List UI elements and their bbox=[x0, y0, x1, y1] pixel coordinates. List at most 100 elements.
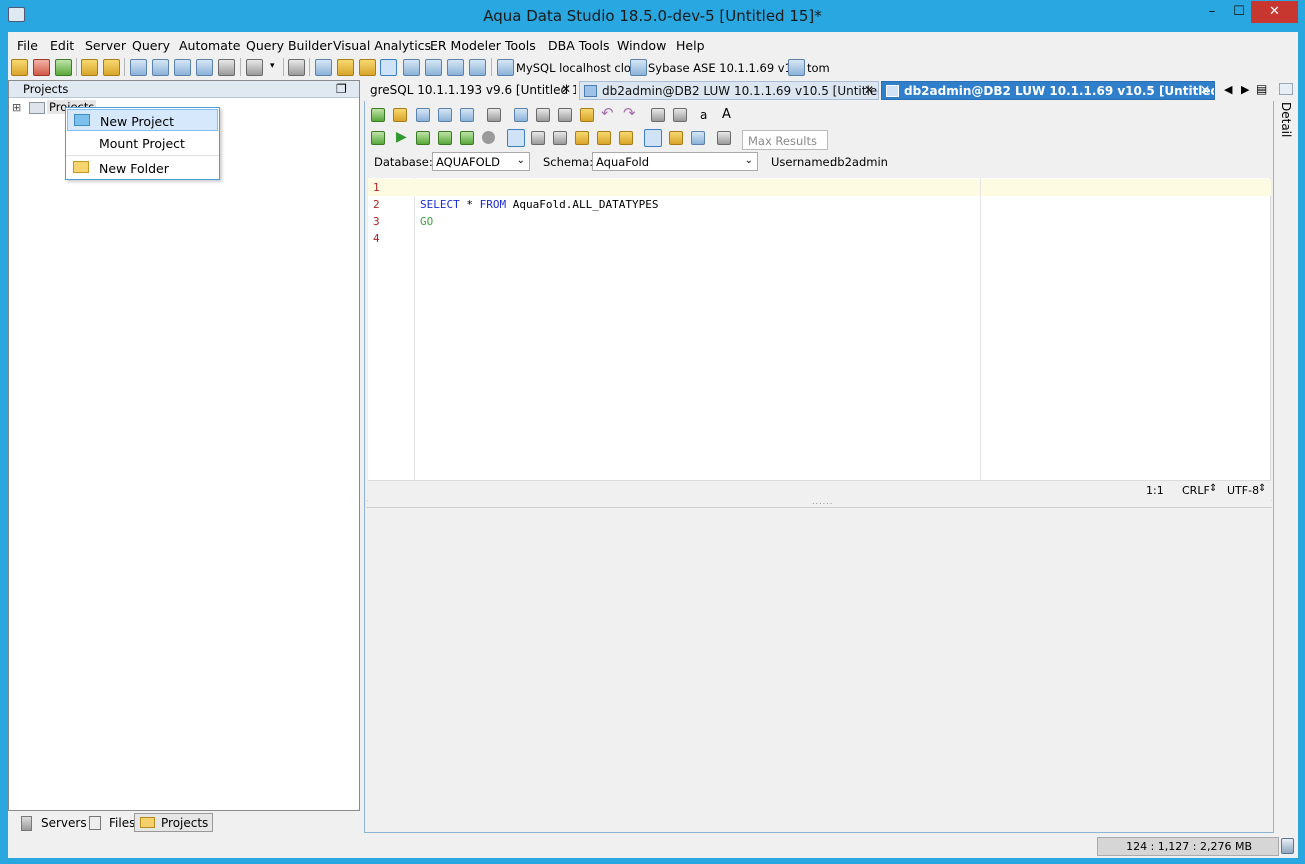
rollback-icon[interactable] bbox=[553, 131, 567, 145]
context-menu-mount-project[interactable]: Mount Project bbox=[67, 132, 218, 154]
auto-commit-icon[interactable] bbox=[507, 129, 525, 147]
pivot-icon[interactable] bbox=[447, 59, 464, 76]
er-diagram-icon[interactable] bbox=[403, 59, 420, 76]
trash-icon[interactable] bbox=[1281, 838, 1294, 854]
expand-icon[interactable]: ⊞ bbox=[12, 101, 21, 114]
tom-connection-icon[interactable] bbox=[788, 59, 805, 76]
menu-tools[interactable]: Tools bbox=[505, 38, 536, 53]
encoding-select[interactable]: UTF-8 bbox=[1227, 484, 1259, 497]
database-select[interactable]: AQUAFOLD ⌄ bbox=[432, 152, 530, 171]
editor-tab-untitled-13[interactable]: greSQL 10.1.1.193 v9.6 [Untitled 13]* ✕ bbox=[366, 81, 576, 100]
save-as-icon[interactable] bbox=[438, 108, 452, 122]
new-file-icon[interactable] bbox=[246, 59, 263, 76]
new-file-dropdown-icon[interactable]: ▾ bbox=[270, 61, 275, 71]
context-menu-new-project[interactable]: New Project bbox=[67, 109, 218, 131]
menu-visual-analytics[interactable]: Visual Analytics bbox=[333, 38, 431, 53]
menu-er-modeler[interactable]: ER Modeler bbox=[430, 38, 501, 53]
close-tab-icon[interactable]: ✕ bbox=[864, 83, 874, 97]
restore-panel-icon[interactable]: ❐ bbox=[336, 82, 347, 96]
compare-icon[interactable] bbox=[196, 59, 213, 76]
close-tab-icon[interactable]: ✕ bbox=[561, 82, 571, 96]
execute-script-icon[interactable] bbox=[460, 131, 474, 145]
code-line-2[interactable]: SELECT * FROM AquaFold.ALL_DATATYPES bbox=[420, 198, 658, 211]
context-menu-new-folder[interactable]: New Folder bbox=[67, 157, 218, 179]
results-text-icon[interactable] bbox=[669, 131, 683, 145]
tab-files[interactable]: Files bbox=[82, 813, 140, 832]
line-ending-select[interactable]: CRLF bbox=[1182, 484, 1210, 497]
copy-icon[interactable] bbox=[558, 108, 572, 122]
schema-select[interactable]: AquaFold ⌄ bbox=[592, 152, 758, 171]
execute-selection-icon[interactable] bbox=[416, 131, 430, 145]
query-window-icon[interactable] bbox=[130, 59, 147, 76]
tab-servers[interactable]: Servers bbox=[14, 813, 92, 832]
text-results-icon[interactable] bbox=[425, 59, 442, 76]
detail-tab[interactable]: Detail bbox=[1279, 102, 1293, 137]
tab-scroll-right-icon[interactable]: ▶ bbox=[1241, 83, 1249, 96]
execute-all-icon[interactable] bbox=[371, 131, 385, 145]
print-icon[interactable] bbox=[487, 108, 501, 122]
parameters-icon[interactable] bbox=[597, 131, 611, 145]
code-editor-area[interactable] bbox=[415, 178, 1271, 480]
disconnect-icon[interactable] bbox=[103, 59, 120, 76]
paste-icon[interactable] bbox=[580, 108, 594, 122]
close-tab-icon[interactable]: ✕ bbox=[1200, 83, 1210, 97]
close-button[interactable]: ✕ bbox=[1251, 1, 1298, 23]
comment-icon[interactable] bbox=[359, 59, 376, 76]
encoding-spinner-icon[interactable]: ⇕ bbox=[1258, 483, 1266, 494]
menu-query[interactable]: Query bbox=[132, 38, 170, 53]
line-ending-spinner-icon[interactable]: ⇕ bbox=[1209, 483, 1217, 494]
mysql-connection-icon[interactable] bbox=[497, 59, 514, 76]
splitter-handle[interactable]: ...... bbox=[812, 497, 833, 506]
select-all-icon[interactable] bbox=[514, 108, 528, 122]
open-file-icon[interactable] bbox=[288, 59, 305, 76]
edit-server-icon[interactable] bbox=[81, 59, 98, 76]
commit-icon[interactable] bbox=[531, 131, 545, 145]
stop-icon[interactable] bbox=[482, 131, 495, 144]
decrease-font-icon[interactable]: a bbox=[700, 108, 707, 122]
max-results-icon[interactable] bbox=[717, 131, 731, 145]
execute-icon[interactable]: ▶ bbox=[396, 129, 407, 145]
menu-server[interactable]: Server bbox=[85, 38, 126, 53]
format-icon[interactable] bbox=[575, 131, 589, 145]
find-icon[interactable] bbox=[651, 108, 665, 122]
schema-script-icon[interactable] bbox=[337, 59, 354, 76]
detail-icon[interactable] bbox=[1279, 83, 1293, 95]
save-all-icon[interactable] bbox=[460, 108, 474, 122]
search-objects-icon[interactable] bbox=[174, 59, 191, 76]
menu-window[interactable]: Window bbox=[617, 38, 666, 53]
menu-dba-tools[interactable]: DBA Tools bbox=[548, 38, 610, 53]
menu-automate[interactable]: Automate bbox=[179, 38, 240, 53]
toolbar-connection-mysql[interactable]: MySQL localhost clone bbox=[516, 61, 645, 75]
toolbar-connection-tom[interactable]: tom bbox=[807, 61, 830, 75]
new-query-icon[interactable] bbox=[371, 108, 385, 122]
cut-icon[interactable] bbox=[536, 108, 550, 122]
save-icon[interactable] bbox=[416, 108, 430, 122]
memory-indicator[interactable]: 124 : 1,127 : 2,276 MB bbox=[1097, 837, 1279, 856]
cursor-position[interactable]: 1:1 bbox=[1146, 484, 1164, 497]
tab-scroll-left-icon[interactable]: ◀ bbox=[1224, 83, 1232, 96]
code-line-3[interactable]: GO bbox=[420, 215, 433, 228]
menu-help[interactable]: Help bbox=[676, 38, 705, 53]
grid-view-icon[interactable] bbox=[380, 59, 397, 76]
tab-list-icon[interactable]: ▤ bbox=[1256, 82, 1267, 96]
redo-icon[interactable]: ↷ bbox=[623, 104, 636, 122]
increase-font-icon[interactable]: A bbox=[722, 107, 731, 122]
open-query-icon[interactable] bbox=[393, 108, 407, 122]
sybase-connection-icon[interactable] bbox=[630, 59, 647, 76]
execute-explain-icon[interactable] bbox=[438, 131, 452, 145]
menu-query-builder[interactable]: Query Builder bbox=[246, 38, 332, 53]
menu-edit[interactable]: Edit bbox=[50, 38, 74, 53]
minimize-button[interactable]: – bbox=[1197, 1, 1227, 23]
maximize-button[interactable]: ☐ bbox=[1224, 1, 1254, 23]
max-results-input[interactable]: Max Results bbox=[742, 130, 828, 150]
query-analyzer-icon[interactable] bbox=[152, 59, 169, 76]
menu-file[interactable]: File bbox=[17, 38, 38, 53]
chart-icon[interactable] bbox=[469, 59, 486, 76]
table-editor-icon[interactable] bbox=[315, 59, 332, 76]
editor-tab-untitled-14[interactable]: db2admin@DB2 LUW 10.1.1.69 v10.5 [Untitl… bbox=[579, 81, 879, 100]
results-grid-icon[interactable] bbox=[644, 129, 662, 147]
unregister-server-icon[interactable] bbox=[33, 59, 50, 76]
history-icon[interactable] bbox=[619, 131, 633, 145]
editor-tab-untitled-15[interactable]: db2admin@DB2 LUW 10.1.1.69 v10.5 [Untitl… bbox=[881, 81, 1215, 100]
register-server-icon[interactable] bbox=[11, 59, 28, 76]
